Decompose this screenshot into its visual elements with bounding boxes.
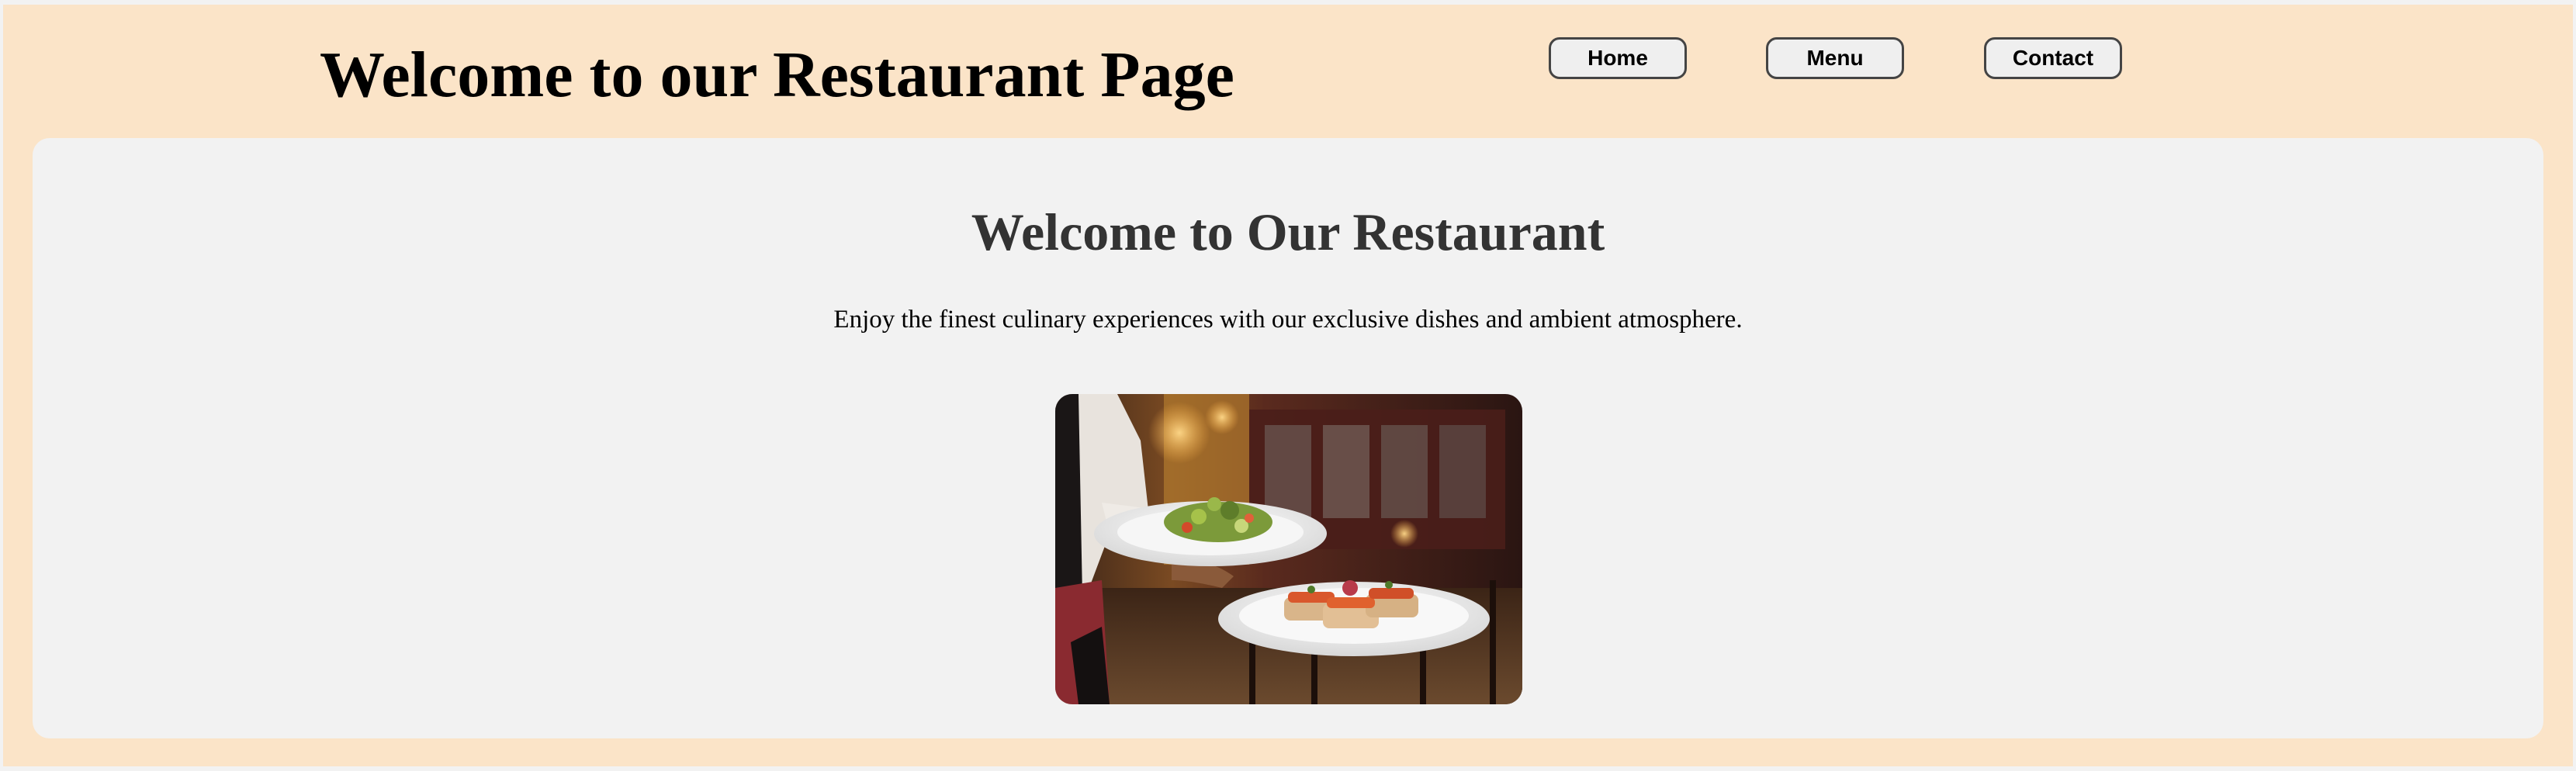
site-title: Welcome to our Restaurant Page: [320, 39, 1234, 111]
main-heading: Welcome to Our Restaurant: [971, 202, 1605, 261]
restaurant-photo: [1055, 394, 1522, 704]
restaurant-photo-image: [1055, 394, 1522, 704]
nav-contact-button[interactable]: Contact: [1984, 37, 2122, 79]
main-content-card: Welcome to Our Restaurant Enjoy the fine…: [33, 138, 2543, 738]
page-background: Welcome to our Restaurant Page Home Menu…: [3, 5, 2573, 766]
main-description: Enjoy the finest culinary experiences wi…: [833, 306, 1743, 334]
nav-menu-button[interactable]: Menu: [1766, 37, 1904, 79]
nav-home-button[interactable]: Home: [1549, 37, 1687, 79]
